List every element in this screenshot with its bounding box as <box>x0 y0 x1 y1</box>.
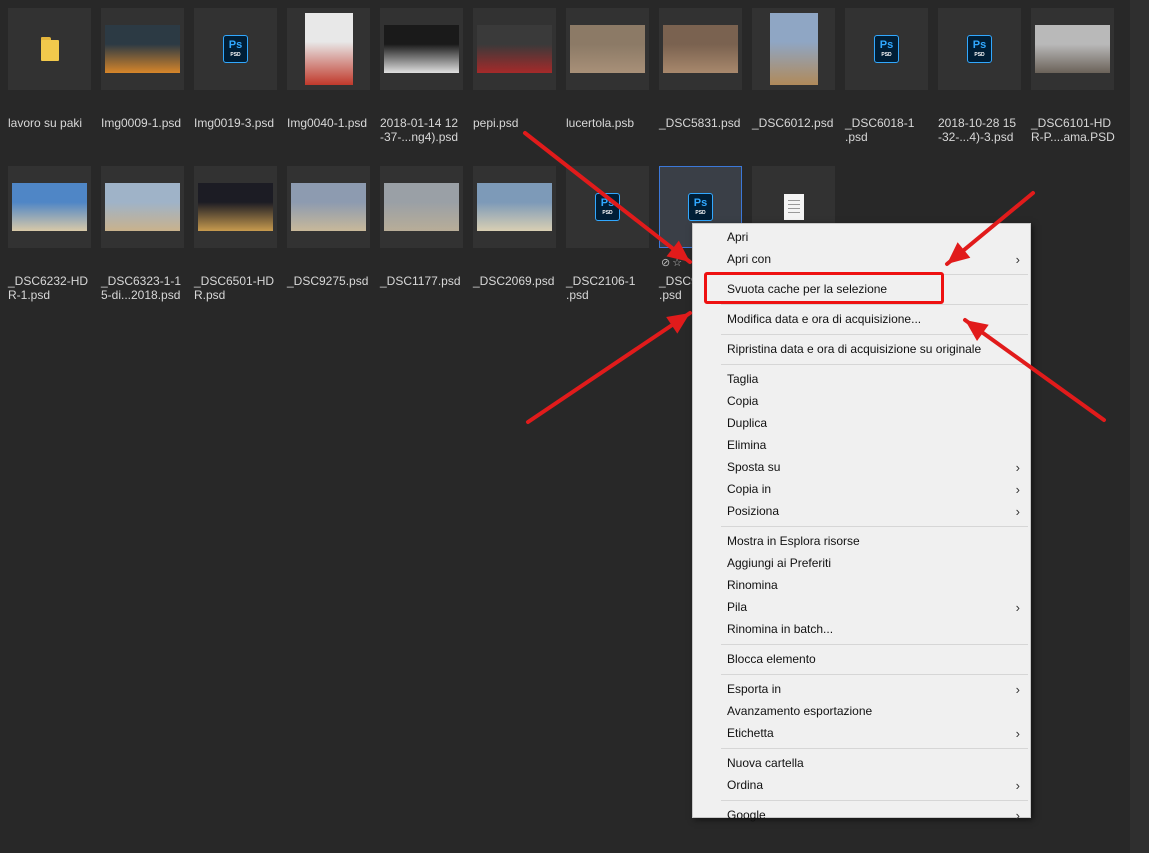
arrow-from-bottom-left-shaft <box>526 311 692 424</box>
arrow-from-bottom-right-head <box>965 320 989 341</box>
arrow-from-bottom-right-shaft <box>963 318 1106 422</box>
arrow-from-bottom-left-head <box>666 313 690 334</box>
arrow-from-top-left-head <box>666 240 690 262</box>
annotation-arrows <box>523 131 1106 424</box>
arrow-from-top-left-shaft <box>523 131 692 264</box>
